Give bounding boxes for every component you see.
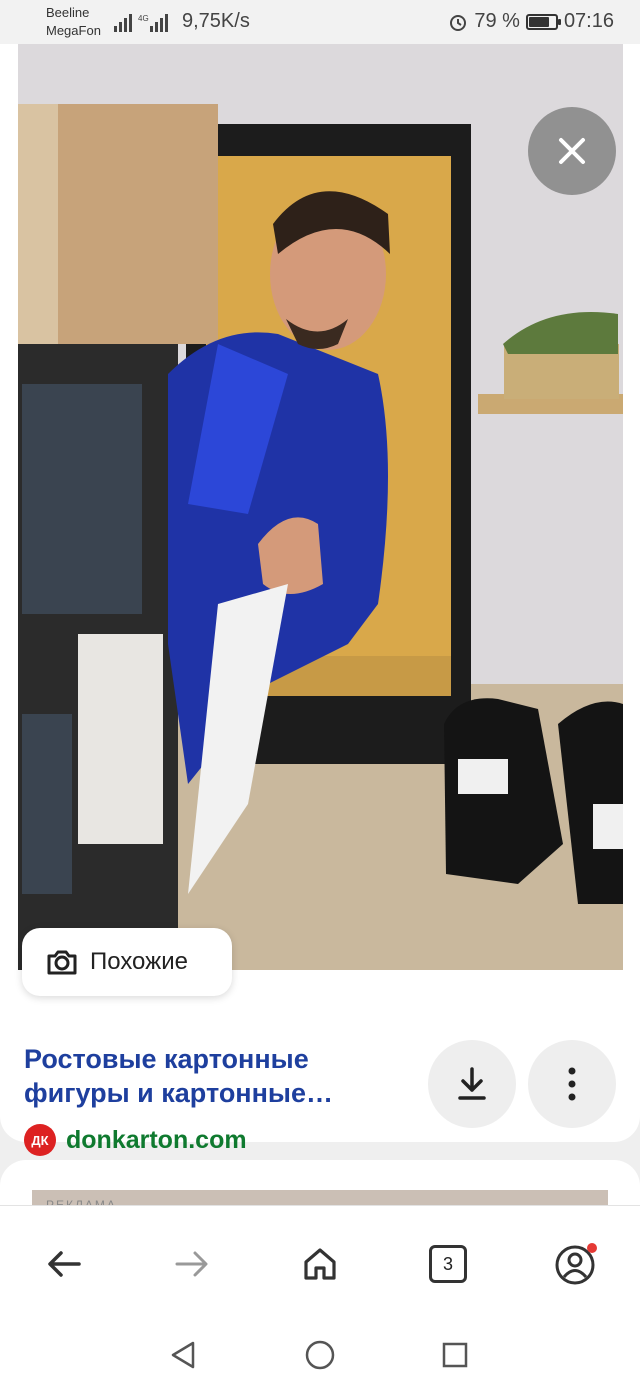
- more-vert-icon: [568, 1067, 576, 1101]
- result-title[interactable]: Ростовые картонные фигуры и картонные…: [24, 1042, 404, 1110]
- network-speed: 9,75K/s: [182, 10, 250, 32]
- nav-home-icon: [305, 1340, 335, 1370]
- back-arrow-icon: [48, 1251, 81, 1277]
- back-button[interactable]: [34, 1236, 94, 1292]
- nav-back-icon: [171, 1341, 195, 1369]
- forward-arrow-icon: [175, 1251, 208, 1277]
- lens-icon: [47, 950, 77, 975]
- status-bar: Beeline MegaFon 4G 9,75K/s 79 % 07:16: [0, 0, 640, 44]
- tabs-icon: 3: [429, 1245, 467, 1283]
- result-image[interactable]: [18, 44, 623, 970]
- carrier-2: MegaFon: [46, 23, 101, 38]
- notification-dot: [587, 1243, 597, 1253]
- system-nav-bar: [0, 1315, 640, 1387]
- system-home-button[interactable]: [300, 1335, 340, 1375]
- site-favicon: ДК: [24, 1124, 56, 1156]
- tabs-button[interactable]: 3: [418, 1236, 478, 1292]
- photo-illustration: [18, 44, 623, 970]
- carrier-1: Beeline: [46, 5, 90, 20]
- system-recents-button[interactable]: [435, 1335, 475, 1375]
- similar-button[interactable]: Похожие: [22, 928, 232, 996]
- more-options-button[interactable]: [528, 1040, 616, 1128]
- nav-recents-icon: [442, 1342, 468, 1368]
- close-button[interactable]: [528, 107, 616, 195]
- home-button[interactable]: [290, 1236, 350, 1292]
- status-right: 79 % 07:16: [448, 10, 614, 33]
- forward-button[interactable]: [162, 1236, 222, 1292]
- svg-text:4G: 4G: [138, 14, 149, 23]
- image-result-card: Похожие Ростовые картонные фигуры и карт…: [0, 44, 640, 1156]
- profile-button[interactable]: [546, 1236, 606, 1292]
- home-icon: [304, 1248, 336, 1280]
- source-domain: donkarton.com: [66, 1125, 247, 1154]
- signal-icon: 4G: [114, 14, 168, 32]
- result-source[interactable]: ДК donkarton.com: [24, 1124, 247, 1156]
- battery-percent: 79 %: [474, 10, 520, 32]
- browser-bottom-nav: 3: [0, 1205, 640, 1315]
- system-back-button[interactable]: [163, 1335, 203, 1375]
- battery-icon: [525, 13, 561, 30]
- download-icon: [458, 1067, 486, 1100]
- clock: 07:16: [563, 10, 614, 32]
- close-icon: [559, 138, 585, 164]
- carrier-names: Beeline MegaFon: [46, 4, 101, 40]
- download-button[interactable]: [428, 1040, 516, 1128]
- profile-icon: [555, 1243, 597, 1285]
- alarm-icon: [450, 14, 467, 31]
- similar-label: Похожие: [90, 948, 188, 975]
